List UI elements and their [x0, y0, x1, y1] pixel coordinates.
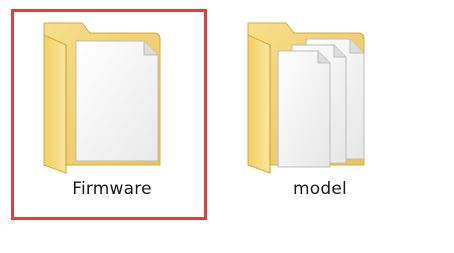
folder-label: Firmware	[72, 179, 152, 199]
folder-with-single-document-icon	[43, 22, 161, 174]
folder-item-firmware[interactable]: Firmware	[16, 9, 208, 223]
folder-with-multiple-documents-icon	[247, 22, 365, 174]
folder-label: model	[293, 179, 347, 199]
file-explorer-view: Firmware model	[0, 0, 454, 253]
folder-item-model[interactable]: model	[230, 9, 420, 223]
